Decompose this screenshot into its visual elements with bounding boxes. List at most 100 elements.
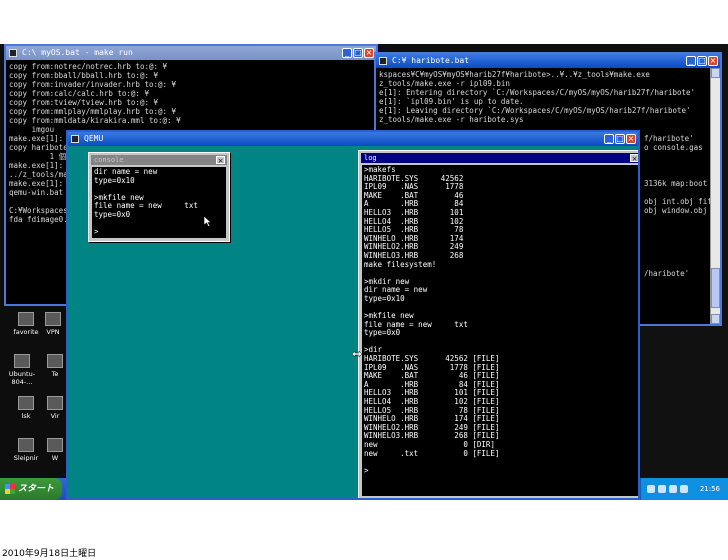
desktop-icon-label: Te [51,370,59,378]
terminal-line: /haribote' [644,269,690,278]
desktop-icon-vpn[interactable]: VPN [40,312,66,336]
desktop-icon-label: Ubuntu-804-... [8,370,36,386]
qemu-titlebar[interactable]: QEMU _ □ × [68,132,638,146]
desktop-icon-te[interactable]: Te [44,354,66,378]
vm-icon [14,354,30,368]
minimize-button[interactable]: _ [686,56,696,66]
desktop-icon-w[interactable]: W [44,438,66,462]
scroll-up-button[interactable] [711,68,720,78]
tray-app-icon[interactable] [669,485,677,493]
right-cmd-controls: _ □ × [686,56,718,66]
scroll-thumb[interactable] [711,268,720,308]
left-cmd-titlebar[interactable]: C:\ myOS.bat - make run _ □ × [6,46,376,60]
log-title: log [364,154,377,162]
clock[interactable]: 21:56 [700,485,720,493]
start-button[interactable]: スタート [0,478,62,500]
scroll-down-button[interactable] [711,314,720,324]
close-button[interactable]: × [630,154,638,163]
minimize-button[interactable]: _ [604,134,614,144]
terminal-line: copy from:calc/calc.hrb to:@: ¥ [9,89,149,98]
close-button[interactable]: × [626,134,636,144]
right-cmd-titlebar[interactable]: C:¥ haribote.bat _ □ × [376,54,720,68]
mouse-cursor-icon [204,216,212,227]
console-output[interactable]: dir name = new type=0x10 >mkfile new file … [92,167,226,238]
desktop-icon-label: VPN [46,328,60,336]
terminal-line: 3136k map:boot [644,179,708,188]
terminal-line: kspaces¥C¥myOS¥myOS¥harib27f¥haribote>..… [379,70,650,79]
right-cmd-title: C:¥ haribote.bat [392,56,470,65]
desktop-icon-label: lsk [21,412,31,420]
tray-icons [647,485,688,493]
maximize-button[interactable]: □ [615,134,625,144]
terminal-line: f/haribote' [644,134,694,143]
close-button[interactable]: × [708,56,718,66]
tray-app-icon[interactable] [658,485,666,493]
desktop-icon-label: Sleipnir [13,454,39,462]
terminal-line: type=0x0 [364,328,401,338]
console-titlebar[interactable]: console × [91,155,227,165]
console-window[interactable]: console × dir name = new type=0x10 >mkfil… [88,152,230,242]
console-title: console [94,156,124,164]
maximize-button[interactable]: □ [353,48,363,58]
log-output[interactable]: >makefs HARIBOTE.SYS 42562 IPL09 .NAS 1778… [362,165,638,496]
maximize-button[interactable]: □ [697,56,707,66]
terminal-line: copy from:tview/tview.hrb to:@: ¥ [9,98,159,107]
desktop-icon-sleipnir[interactable]: Sleipnir [6,438,46,462]
qemu-window[interactable]: QEMU _ □ × console × dir name = new type=… [66,130,640,500]
qemu-icon [71,135,79,143]
terminal-line: obj int.obj fif [644,197,710,206]
terminal-line: dir name = new [364,285,428,295]
tray-app-icon[interactable] [647,485,655,493]
left-cmd-title: C:\ myOS.bat - make run [22,48,133,57]
terminal-line: copy from:notrec/notrec.hrb to:@: ¥ [9,62,168,71]
app-icon [18,396,34,410]
terminal-line: o console.gas [644,143,703,152]
terminal-line: > [94,227,99,237]
terminal-line: new .txt 0 [FILE] [364,448,500,458]
desktop-icon-lsk[interactable]: lsk [6,396,46,420]
folder-icon [18,312,34,326]
terminal-line: copy from:invader/invader.hrb to:@: ¥ [9,80,177,89]
slide: C:\ myOS.bat - make run _ □ × copy from:… [0,0,728,560]
desktop-icon-vir[interactable]: Vir [44,396,66,420]
resize-cursor-icon [352,350,362,358]
desktop-icon-ubuntu[interactable]: Ubuntu-804-... [2,354,42,386]
minimize-button[interactable]: _ [342,48,352,58]
browser-icon [18,438,34,452]
desktop-icon-label: W [51,454,59,462]
terminal-line: make filesystem! [364,259,437,269]
terminal-line: z_tools/make.exe -r haribote.sys [379,115,524,124]
log-titlebar[interactable]: log × [361,153,638,163]
left-cmd-controls: _ □ × [342,48,374,58]
app-icon [47,396,63,410]
right-cmd-output-lower: f/haribote' o console.gas 3136k map:boot … [642,132,710,324]
terminal-line: e[1]: `ipl09.bin' is up to date. [379,97,524,106]
right-cmd-scrollbar[interactable] [710,68,720,324]
terminal-line: obj window.obj [644,206,708,215]
terminal-line: copy from:bball/bball.hrb to:@: ¥ [9,71,159,80]
windows-logo-icon [5,484,15,494]
network-icon [45,312,61,326]
start-label: スタート [18,484,55,494]
close-button[interactable]: × [364,48,374,58]
log-window[interactable]: log × >makefs HARIBOTE.SYS 42562 IPL09 .NA… [358,150,638,498]
close-button[interactable]: × [216,156,225,165]
tray-app-icon[interactable] [680,485,688,493]
terminal-line: type=0x10 [364,293,405,303]
qemu-screen[interactable]: console × dir name = new type=0x10 >mkfil… [68,146,638,498]
terminal-line: copy from:mmldata/kirakira.mml to:@: ¥ [9,116,181,125]
terminal-line: z_tools/make.exe -r ipl09.bin [379,79,510,88]
desktop-icon-label: favorite [13,328,39,336]
terminal-line: type=0x10 [94,175,135,185]
